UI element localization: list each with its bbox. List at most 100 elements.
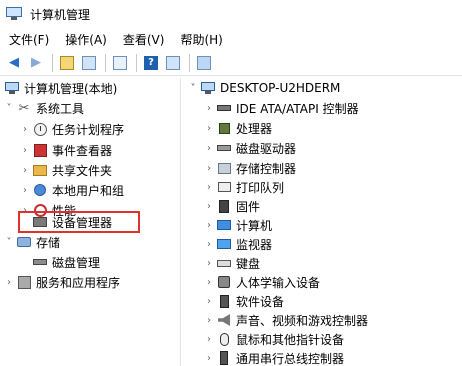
tree-item-shared-folders[interactable]: › 共享文件夹 [20,160,112,180]
chevron-right-icon[interactable]: › [4,277,14,288]
menu-view[interactable]: 查看(V) [118,31,170,48]
tree-item-task-scheduler[interactable]: › 任务计划程序 [20,119,124,139]
device-category[interactable]: › 处理器 [204,118,272,138]
device-category-label: 固件 [236,199,261,214]
device-category-label: 软件设备 [236,294,285,309]
tree-item-label: 共享文件夹 [52,163,113,178]
users-icon [32,182,48,198]
chevron-right-icon[interactable]: › [204,296,214,307]
toolbar-separator [136,53,137,72]
chevron-down-icon[interactable]: ˅ [188,83,198,94]
toolbar: ◀ ▶ ? [0,50,462,76]
chevron-right-icon[interactable]: › [20,185,30,196]
storage-controller-icon [216,160,232,176]
device-category-label: 处理器 [236,121,273,136]
device-category-label: 键盘 [236,256,261,271]
device-category[interactable]: › 存储控制器 [204,158,296,178]
device-category-label: 监视器 [236,237,273,252]
printer-icon [216,179,232,195]
device-category-label: 人体学输入设备 [236,275,321,290]
chevron-right-icon[interactable]: › [20,165,30,176]
device-category[interactable]: › IDE ATA/ATAPI 控制器 [204,98,359,118]
device-category[interactable]: › 固件 [204,196,260,216]
back-arrow-icon[interactable]: ◀ [4,53,24,73]
services-icon [16,274,32,290]
monitor-icon[interactable] [194,53,214,73]
chevron-right-icon[interactable]: › [204,123,214,134]
up-folder-icon[interactable] [57,53,77,73]
chevron-right-icon[interactable]: › [20,145,30,156]
device-category-label: 磁盘驱动器 [236,141,297,156]
chevron-down-icon[interactable]: ˅ [4,103,14,114]
tree-item-storage[interactable]: ˅ 存储 [4,232,61,252]
tree-item-local-users[interactable]: › 本地用户和组 [20,180,124,200]
toolbar-separator [105,53,106,72]
device-category[interactable]: › 人体学输入设备 [204,272,320,292]
chevron-right-icon[interactable]: › [204,239,214,250]
device-category[interactable]: › 软件设备 [204,291,284,311]
device-tree: ˅ DESKTOP-U2HDERM › IDE ATA/ATAPI 控制器 › … [184,78,462,366]
hid-icon [216,274,232,290]
tree-item-label: 存储 [36,235,61,250]
chevron-right-icon[interactable]: › [204,182,214,193]
title-bar: 计算机管理 [0,0,462,28]
software-device-icon [216,293,232,309]
device-category[interactable]: › 键盘 [204,253,260,273]
device-category[interactable]: › 计算机 [204,215,272,235]
toolbar-separator [52,53,53,72]
chevron-right-icon[interactable]: › [204,201,214,212]
device-category-label: 通用串行总线控制器 [236,351,345,366]
menu-file[interactable]: 文件(F) [4,31,54,48]
tree-item-disk-management[interactable]: 磁盘管理 [30,252,100,272]
highlight-box [18,211,140,233]
usb-icon [216,350,232,366]
computer-icon [216,217,232,233]
tree-item-label: 系统工具 [36,101,85,116]
chevron-right-icon[interactable]: › [204,143,214,154]
firmware-icon [216,198,232,214]
disk-management-icon [32,254,48,270]
device-category[interactable]: › 监视器 [204,234,272,254]
properties-icon[interactable] [110,53,130,73]
tools-icon: ✂ [18,100,30,116]
speaker-icon [216,312,232,328]
chevron-right-icon[interactable]: › [204,258,214,269]
device-category-label: 打印队列 [236,180,285,195]
tree-item-label: 磁盘管理 [52,255,101,270]
chevron-right-icon[interactable]: › [204,163,214,174]
shared-folder-icon [32,162,48,178]
mouse-icon [216,331,232,347]
device-tree-root[interactable]: ˅ DESKTOP-U2HDERM [188,78,341,98]
device-category[interactable]: › 鼠标和其他指针设备 [204,329,344,349]
chevron-right-icon[interactable]: › [204,353,214,364]
menu-action[interactable]: 操作(A) [60,31,112,48]
chevron-right-icon[interactable]: › [204,220,214,231]
device-category[interactable]: › 磁盘驱动器 [204,138,296,158]
chevron-right-icon[interactable]: › [204,334,214,345]
tree-item-event-viewer[interactable]: › 事件查看器 [20,140,112,160]
chevron-right-icon[interactable]: › [204,277,214,288]
tree-root-computer-management[interactable]: 计算机管理(本地) [2,78,117,98]
view-icon[interactable] [163,53,183,73]
device-category[interactable]: › 打印队列 [204,177,284,197]
tree-root-label: 计算机管理(本地) [24,81,118,96]
device-category[interactable]: › 声音、视频和游戏控制器 [204,310,368,330]
event-log-icon [32,142,48,158]
tree-item-system-tools[interactable]: ˅ ✂ 系统工具 [4,98,85,118]
tree-item-services-applications[interactable]: › 服务和应用程序 [4,272,120,292]
chevron-right-icon[interactable]: › [204,103,214,114]
device-category-label: 鼠标和其他指针设备 [236,332,345,347]
keyboard-icon [216,255,232,271]
window-title: 计算机管理 [30,7,91,22]
chevron-right-icon[interactable]: › [204,315,214,326]
device-category[interactable]: › 通用串行总线控制器 [204,348,344,366]
menu-help[interactable]: 帮助(H) [175,31,227,48]
help-icon[interactable]: ? [141,53,161,73]
clock-icon [32,121,48,137]
forward-arrow-icon[interactable]: ▶ [26,53,46,73]
device-category-label: IDE ATA/ATAPI 控制器 [236,101,359,116]
show-hide-tree-icon[interactable] [79,53,99,73]
chevron-right-icon[interactable]: › [20,124,30,135]
computer-icon [4,80,20,96]
chevron-down-icon[interactable]: ˅ [4,237,14,248]
